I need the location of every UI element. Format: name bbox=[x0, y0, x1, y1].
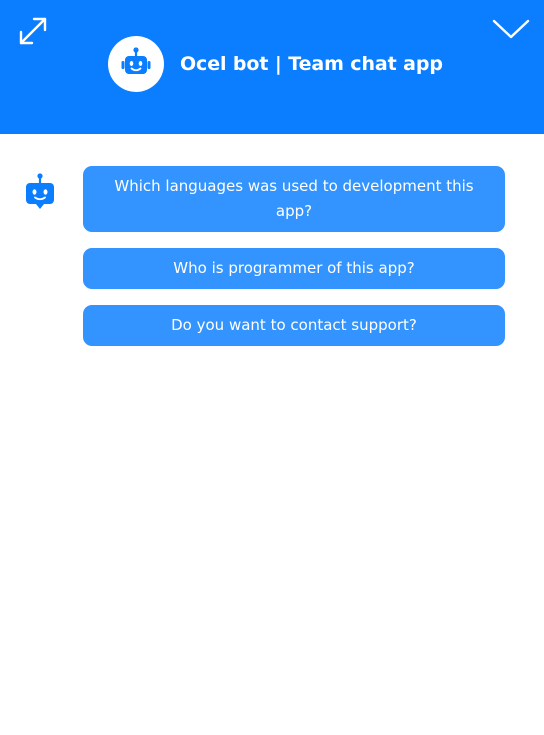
chat-widget: Ocel bot | Team chat app Which languages… bbox=[0, 0, 544, 735]
chevron-down-icon bbox=[492, 19, 530, 39]
message-area: Which languages was used to development … bbox=[0, 134, 544, 735]
expand-button[interactable] bbox=[16, 14, 50, 48]
expand-arrows-icon bbox=[19, 17, 47, 45]
option-programmer-button[interactable]: Who is programmer of this app? bbox=[83, 248, 505, 289]
option-contact-support-button[interactable]: Do you want to contact support? bbox=[83, 305, 505, 346]
collapse-button[interactable] bbox=[490, 15, 532, 43]
option-languages-button[interactable]: Which languages was used to development … bbox=[83, 166, 505, 232]
header-avatar bbox=[108, 36, 164, 92]
suggestion-options: Which languages was used to development … bbox=[83, 166, 505, 362]
chat-header: Ocel bot | Team chat app bbox=[0, 0, 544, 134]
chat-title: Ocel bot | Team chat app bbox=[180, 53, 443, 75]
robot-icon bbox=[26, 173, 54, 209]
robot-icon bbox=[121, 47, 151, 74]
bot-avatar bbox=[22, 172, 58, 212]
